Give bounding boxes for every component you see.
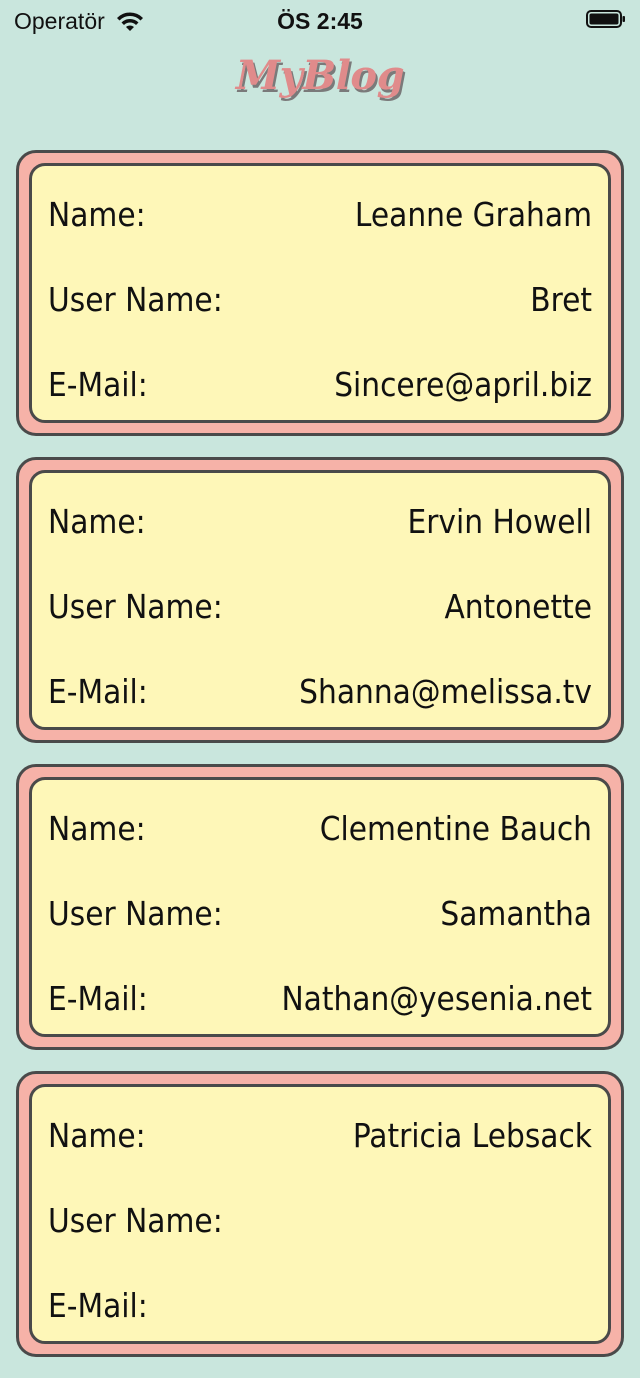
- email-row: E-Mail: Nathan@yesenia.net: [48, 978, 592, 1018]
- email-label: E-Mail:: [48, 671, 148, 711]
- name-value: Ervin Howell: [407, 501, 592, 541]
- user-card-body: Name: Patricia Lebsack User Name: E-Mail…: [29, 1084, 611, 1344]
- status-bar: Operatör ÖS 2:45: [0, 0, 640, 40]
- email-label: E-Mail:: [48, 978, 148, 1018]
- username-row: User Name: Antonette: [48, 586, 592, 626]
- name-value: Leanne Graham: [354, 194, 592, 234]
- name-label: Name:: [48, 194, 146, 234]
- user-card[interactable]: Name: Patricia Lebsack User Name: E-Mail…: [16, 1071, 624, 1357]
- user-list[interactable]: Name: Leanne Graham User Name: Bret E-Ma…: [16, 150, 624, 1378]
- name-row: Name: Patricia Lebsack: [48, 1115, 592, 1155]
- email-value: Sincere@april.biz: [334, 364, 592, 404]
- user-card[interactable]: Name: Ervin Howell User Name: Antonette …: [16, 457, 624, 743]
- email-label: E-Mail:: [48, 364, 148, 404]
- name-value: Clementine Bauch: [319, 808, 592, 848]
- name-row: Name: Clementine Bauch: [48, 808, 592, 848]
- page-title: MyBlog: [235, 52, 405, 99]
- email-value: Shanna@melissa.tv: [299, 671, 592, 711]
- name-label: Name:: [48, 1115, 146, 1155]
- email-label: E-Mail:: [48, 1285, 148, 1325]
- email-row: E-Mail: Shanna@melissa.tv: [48, 671, 592, 711]
- username-row: User Name:: [48, 1200, 592, 1240]
- username-row: User Name: Samantha: [48, 893, 592, 933]
- email-row: E-Mail:: [48, 1285, 592, 1325]
- email-row: E-Mail: Sincere@april.biz: [48, 364, 592, 404]
- username-value: Antonette: [444, 586, 592, 626]
- name-row: Name: Leanne Graham: [48, 194, 592, 234]
- email-value: Nathan@yesenia.net: [281, 978, 592, 1018]
- name-label: Name:: [48, 808, 146, 848]
- username-label: User Name:: [48, 1200, 223, 1240]
- battery-icon: [586, 10, 625, 28]
- username-label: User Name:: [48, 279, 223, 319]
- user-card[interactable]: Name: Clementine Bauch User Name: Samant…: [16, 764, 624, 1050]
- username-label: User Name:: [48, 893, 223, 933]
- user-card-body: Name: Leanne Graham User Name: Bret E-Ma…: [29, 163, 611, 423]
- name-row: Name: Ervin Howell: [48, 501, 592, 541]
- name-value: Patricia Lebsack: [352, 1115, 592, 1155]
- user-card[interactable]: Name: Leanne Graham User Name: Bret E-Ma…: [16, 150, 624, 436]
- status-time: ÖS 2:45: [277, 8, 363, 34]
- username-label: User Name:: [48, 586, 223, 626]
- username-value: Bret: [530, 279, 592, 319]
- username-value: Samantha: [440, 893, 592, 933]
- user-card-body: Name: Ervin Howell User Name: Antonette …: [29, 470, 611, 730]
- user-card-body: Name: Clementine Bauch User Name: Samant…: [29, 777, 611, 1037]
- username-row: User Name: Bret: [48, 279, 592, 319]
- name-label: Name:: [48, 501, 146, 541]
